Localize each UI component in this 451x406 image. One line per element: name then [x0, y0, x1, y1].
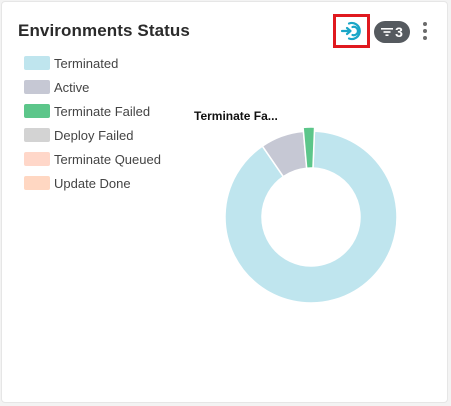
- donut-chart: Terminate Fa...: [194, 109, 398, 304]
- environments-status-card: Environments Status 3 Terminated Active Te…: [1, 1, 448, 403]
- slice-hover-label: Terminate Fa...: [194, 109, 278, 123]
